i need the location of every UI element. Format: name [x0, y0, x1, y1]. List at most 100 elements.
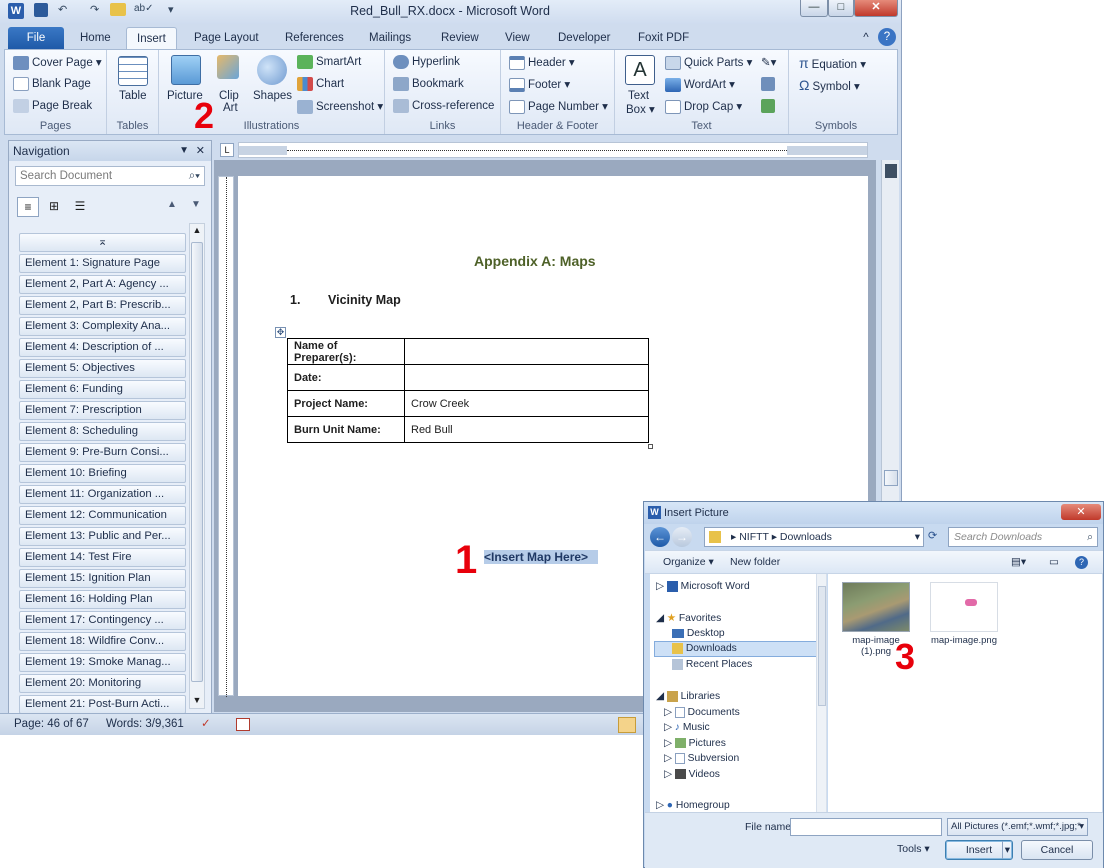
- nav-dropdown-icon[interactable]: ▼: [179, 141, 189, 161]
- nav-heading-item[interactable]: Element 6: Funding: [19, 380, 186, 399]
- maximize-button[interactable]: □: [828, 0, 854, 17]
- nav-heading-item[interactable]: Element 15: Ignition Plan: [19, 569, 186, 588]
- ruler-toggle-icon[interactable]: [885, 164, 897, 178]
- map-image-2-name[interactable]: map-image.png: [920, 635, 1008, 646]
- nav-heading-item[interactable]: Element 13: Public and Per...: [19, 527, 186, 546]
- info-table-value[interactable]: Crow Creek: [404, 390, 649, 417]
- minimize-button[interactable]: —: [800, 0, 828, 17]
- tools-button[interactable]: Tools ▾: [897, 843, 930, 855]
- nav-heading-item[interactable]: Element 1: Signature Page: [19, 254, 186, 273]
- text-box-icon[interactable]: A: [625, 55, 655, 85]
- quick-parts-button[interactable]: Quick Parts ▾: [665, 55, 752, 70]
- word-app-icon[interactable]: W: [8, 3, 24, 19]
- dialog-search-icon[interactable]: ⌕: [1087, 528, 1093, 546]
- back-icon[interactable]: ←: [650, 527, 670, 547]
- tree-videos[interactable]: ▷ Videos: [664, 768, 720, 780]
- customize-qat-icon[interactable]: ▾: [168, 3, 174, 21]
- table-move-handle-icon[interactable]: ✥: [275, 327, 286, 338]
- insert-button[interactable]: Insert ▾: [945, 840, 1013, 860]
- next-heading-icon[interactable]: ▼: [191, 199, 201, 210]
- tab-home[interactable]: Home: [70, 27, 121, 49]
- nav-heading-item[interactable]: Element 10: Briefing: [19, 464, 186, 483]
- info-table-value[interactable]: [404, 364, 649, 391]
- search-icon[interactable]: ⌕▾: [189, 167, 200, 185]
- nav-heading-item[interactable]: Element 17: Contingency ...: [19, 611, 186, 630]
- nav-heading-item[interactable]: Element 20: Monitoring: [19, 674, 186, 693]
- header-button[interactable]: Header ▾: [509, 55, 575, 70]
- symbol-button[interactable]: Ω Symbol ▾: [799, 77, 860, 93]
- info-table-value[interactable]: Red Bull: [404, 416, 649, 443]
- tree-scroll-thumb[interactable]: [818, 586, 826, 706]
- tab-references[interactable]: References: [275, 27, 354, 49]
- nav-heading-item[interactable]: Element 21: Post-Burn Acti...: [19, 695, 186, 714]
- breadcrumb-niftt[interactable]: NIFTT: [739, 531, 769, 543]
- tree-subversion[interactable]: ▷ Subversion: [664, 752, 739, 764]
- print-layout-icon[interactable]: [618, 717, 636, 733]
- tree-recent-places[interactable]: Recent Places: [672, 659, 752, 670]
- clip-art-label-2[interactable]: Art: [223, 102, 238, 114]
- nav-heading-item[interactable]: Element 3: Complexity Ana...: [19, 317, 186, 336]
- address-dropdown-icon[interactable]: ▾: [915, 528, 920, 546]
- insert-map-placeholder[interactable]: <Insert Map Here>: [484, 550, 588, 564]
- equation-button[interactable]: π Equation ▾: [799, 55, 866, 71]
- view-options-icon[interactable]: ▤▾: [1011, 551, 1026, 573]
- nav-heading-item[interactable]: Element 8: Scheduling: [19, 422, 186, 441]
- tree-documents[interactable]: ▷ Documents: [664, 706, 740, 718]
- cover-page-button[interactable]: Cover Page ▾: [13, 55, 102, 70]
- organize-button[interactable]: Organize ▾: [663, 551, 714, 573]
- signature-line-icon[interactable]: ✎▾: [761, 55, 776, 69]
- document-scroll-thumb[interactable]: [884, 470, 898, 486]
- tab-review[interactable]: Review: [431, 27, 489, 49]
- dialog-close-button[interactable]: ✕: [1061, 504, 1101, 520]
- nav-heading-item[interactable]: Element 16: Holding Plan: [19, 590, 186, 609]
- scroll-down-icon[interactable]: ▼: [191, 695, 203, 707]
- cancel-button[interactable]: Cancel: [1021, 840, 1093, 860]
- tab-view[interactable]: View: [495, 27, 540, 49]
- tree-homegroup[interactable]: ▷ ● Homegroup: [656, 799, 730, 811]
- tree-downloads[interactable]: Downloads: [672, 643, 737, 654]
- dialog-search-input[interactable]: Search Downloads ⌕: [948, 527, 1098, 547]
- open-folder-icon[interactable]: [110, 3, 126, 16]
- clip-art-label-1[interactable]: Clip: [219, 90, 239, 102]
- shapes-button[interactable]: Shapes: [253, 90, 292, 102]
- scroll-up-icon[interactable]: ▲: [191, 225, 203, 237]
- refresh-icon[interactable]: ⟳: [928, 529, 937, 542]
- date-time-icon[interactable]: [761, 77, 775, 91]
- filter-dropdown-icon[interactable]: ▾: [1079, 819, 1084, 835]
- nav-close-icon[interactable]: ✕: [196, 141, 205, 161]
- tree-music[interactable]: ▷ ♪ Music: [664, 721, 710, 733]
- proofing-icon[interactable]: ✓: [201, 714, 211, 735]
- chart-button[interactable]: Chart: [297, 77, 344, 91]
- undo-icon[interactable]: ↶: [58, 3, 67, 21]
- address-bar[interactable]: ▸ NIFTT ▸ Downloads ▾: [704, 527, 924, 547]
- clip-art-icon[interactable]: [217, 55, 239, 79]
- browse-pages-icon[interactable]: ⊞: [43, 197, 65, 217]
- text-box-label-2[interactable]: Box ▾: [626, 102, 655, 116]
- breadcrumb-downloads[interactable]: Downloads: [780, 531, 832, 543]
- nav-heading-item[interactable]: Element 7: Prescription: [19, 401, 186, 420]
- tree-desktop[interactable]: Desktop: [672, 628, 725, 639]
- table-resize-handle[interactable]: [648, 444, 653, 449]
- info-table-value[interactable]: [404, 338, 649, 365]
- tree-favorites[interactable]: ◢ ★ Favorites: [656, 612, 721, 624]
- footer-button[interactable]: Footer ▾: [509, 77, 570, 92]
- map-image-1-thumbnail[interactable]: [842, 582, 910, 632]
- wordart-button[interactable]: WordArt ▾: [665, 77, 735, 92]
- vertical-ruler[interactable]: [218, 176, 234, 697]
- tree-pictures[interactable]: ▷ Pictures: [664, 737, 726, 749]
- blank-page-button[interactable]: Blank Page: [13, 77, 91, 91]
- navigation-scrollbar[interactable]: ▲ ▼: [189, 223, 205, 709]
- spelling-icon[interactable]: ab✓: [134, 3, 154, 21]
- save-icon[interactable]: [34, 3, 48, 17]
- nav-heading-item[interactable]: Element 18: Wildfire Conv...: [19, 632, 186, 651]
- object-icon[interactable]: [761, 99, 775, 113]
- text-box-label-1[interactable]: Text: [628, 90, 649, 102]
- nav-heading-item[interactable]: Element 5: Objectives: [19, 359, 186, 378]
- nav-heading-item[interactable]: Element 4: Description of ...: [19, 338, 186, 357]
- help-icon[interactable]: ?: [878, 28, 896, 46]
- tab-file[interactable]: File: [8, 27, 64, 49]
- tree-scrollbar[interactable]: [816, 574, 826, 812]
- hyperlink-button[interactable]: Hyperlink: [393, 55, 460, 69]
- tab-insert[interactable]: Insert: [126, 27, 177, 49]
- bookmark-button[interactable]: Bookmark: [393, 77, 464, 91]
